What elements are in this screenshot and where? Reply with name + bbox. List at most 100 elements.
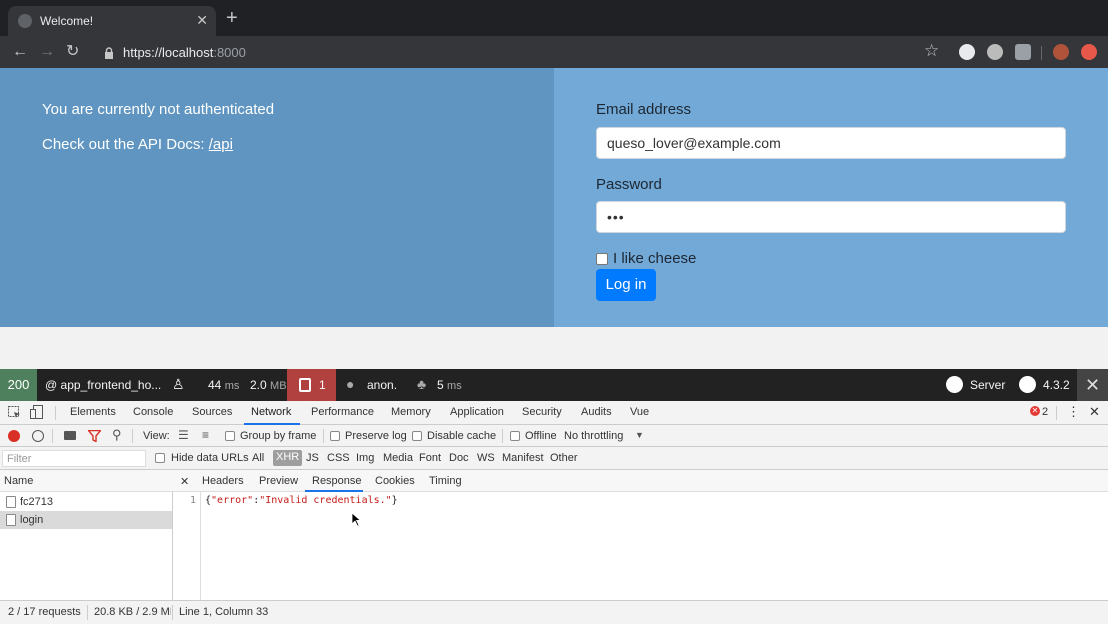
throttling-select[interactable]: No throttling [564,430,623,442]
reload-icon[interactable]: ↻ [66,42,79,62]
avatar[interactable] [1053,44,1069,60]
list-item[interactable]: fc2713 [0,493,172,511]
extension-fire-icon[interactable] [959,44,975,60]
cheese-checkbox-label: I like cheese [613,250,697,267]
preserve-log-checkbox[interactable] [330,431,340,441]
active-subtab-indicator [305,490,363,492]
tab-application[interactable]: Application [450,406,504,418]
filter-media[interactable]: Media [383,452,413,464]
twig-time-value: 5 [437,378,444,392]
close-detail-icon[interactable]: ✕ [180,475,189,488]
filter-js[interactable]: JS [306,452,319,464]
mouse-cursor-icon [351,512,362,527]
filter-manifest[interactable]: Manifest [502,452,544,464]
tab-response[interactable]: Response [312,475,362,487]
profile-extension-icon[interactable] [1081,44,1097,60]
offline-checkbox[interactable] [510,431,520,441]
star-icon[interactable]: ☆ [924,41,939,61]
divider [55,406,56,420]
route-name[interactable]: @ app_frontend_ho... [45,378,161,392]
ajax-icon [299,378,311,392]
memory-value: 2.0 [250,378,267,392]
chevron-down-icon[interactable]: ▼ [635,430,644,440]
forward-icon[interactable]: → [39,42,55,62]
email-field[interactable]: queso_lover@example.com [596,127,1066,159]
tab-cookies[interactable]: Cookies [375,475,415,487]
tab-security[interactable]: Security [522,406,562,418]
line-number-gutter: 1 [173,492,201,600]
filter-icon[interactable] [88,430,101,442]
tab-timing[interactable]: Timing [429,475,462,487]
tab-headers[interactable]: Headers [202,475,244,487]
tab-console[interactable]: Console [133,406,173,418]
group-by-frame-label: Group by frame [240,430,317,442]
devtools-tab-bar: Elements Console Sources Network Perform… [0,401,1108,425]
error-count[interactable]: 2 [1042,406,1048,418]
api-docs-prefix: Check out the API Docs: [42,136,209,153]
user-name[interactable]: anon. [367,378,397,392]
extension-red-dot-icon[interactable] [987,44,1003,60]
address-bar[interactable]: https://localhost:8000 [123,45,246,60]
screenshot-camera-icon[interactable] [64,431,76,440]
url-host: https://localhost [123,45,214,60]
close-tab-icon[interactable]: ✕ [196,12,208,28]
cheese-checkbox[interactable] [596,253,608,265]
browser-tab-strip: Welcome! ✕ + [0,0,1108,36]
device-toolbar-icon[interactable] [30,405,44,420]
detail-tab-bar: ✕ Headers Preview Response Cookies Timin… [173,470,1108,492]
filter-all[interactable]: All [252,452,264,464]
tab-memory[interactable]: Memory [391,406,431,418]
new-tab-button[interactable]: + [226,8,238,28]
server-label[interactable]: Server [970,378,1005,392]
tab-vue[interactable]: Vue [630,406,649,418]
twig-time[interactable]: 5 ms [437,378,462,392]
disable-cache-checkbox[interactable] [412,431,422,441]
more-options-icon[interactable]: ⋮ [1067,404,1080,420]
filter-xhr[interactable]: XHR [273,450,303,466]
browser-tab[interactable]: Welcome! ✕ [8,6,216,36]
tab-sources[interactable]: Sources [192,406,232,418]
waterfall-icon[interactable]: ≡ [202,428,209,442]
error-icon[interactable]: ✕ [1030,406,1040,416]
login-button[interactable]: Log in [596,269,656,301]
offline-label: Offline [525,430,557,442]
filter-ws[interactable]: WS [477,452,495,464]
hide-data-urls-checkbox[interactable] [155,453,165,463]
group-by-frame-checkbox[interactable] [225,431,235,441]
memory-unit: MB [270,380,287,392]
name-column-header[interactable]: Name [0,470,173,492]
record-icon[interactable] [8,430,20,442]
filter-font[interactable]: Font [419,452,441,464]
large-rows-icon[interactable]: ☰ [178,428,189,442]
close-devtools-icon[interactable]: ✕ [1089,404,1100,420]
extension-shield-icon[interactable] [1015,44,1031,60]
status-code-badge[interactable]: 200 [0,369,37,401]
request-time[interactable]: 44 ms [208,378,239,392]
list-item[interactable]: login [0,511,172,529]
password-field[interactable]: ••• [596,201,1066,233]
search-icon[interactable]: ⚲ [112,427,122,443]
disable-cache-label: Disable cache [427,430,497,442]
filter-other[interactable]: Other [550,452,578,464]
memory-usage[interactable]: 2.0 MB [250,378,287,392]
ajax-requests-panel[interactable]: 1 [287,369,336,401]
response-body[interactable]: {"error":"Invalid credentials."} [205,495,398,506]
response-key: "error" [211,495,254,506]
tab-network[interactable]: Network [251,406,291,418]
inspect-icon[interactable] [8,406,21,419]
filter-doc[interactable]: Doc [449,452,469,464]
back-icon[interactable]: ← [12,42,28,62]
tab-audits[interactable]: Audits [581,406,612,418]
filter-css[interactable]: CSS [327,452,350,464]
tab-preview[interactable]: Preview [259,475,298,487]
tab-performance[interactable]: Performance [311,406,374,418]
clear-icon[interactable] [32,430,44,442]
hide-data-urls-label: Hide data URLs [171,452,249,464]
tab-elements[interactable]: Elements [70,406,116,418]
request-name: fc2713 [20,496,54,508]
close-toolbar-icon[interactable]: ✕ [1077,369,1108,401]
filter-input[interactable]: Filter [2,450,146,467]
filter-img[interactable]: Img [356,452,374,464]
api-docs-link[interactable]: /api [209,136,233,153]
symfony-version[interactable]: 4.3.2 [1043,378,1070,392]
